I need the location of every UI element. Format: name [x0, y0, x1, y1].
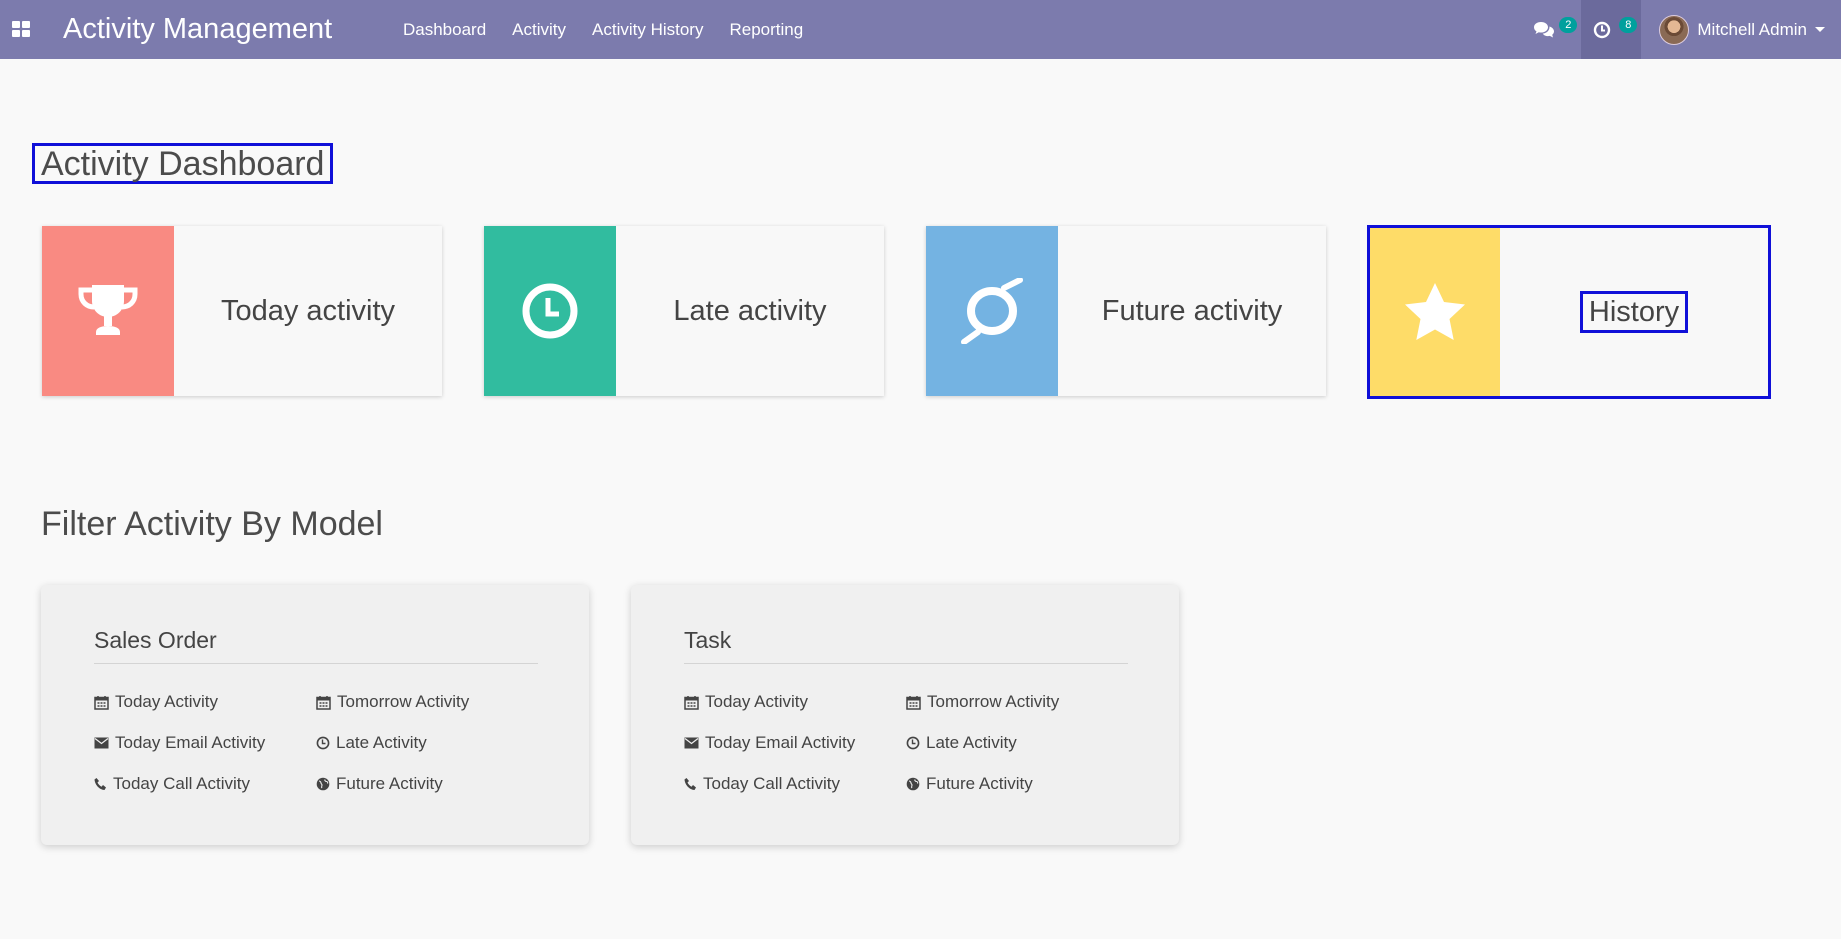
link-tomorrow-activity[interactable]: Tomorrow Activity [316, 692, 469, 712]
tile-today-activity[interactable]: Today activity [42, 226, 442, 396]
menu-reporting[interactable]: Reporting [716, 20, 816, 40]
link-label: Today Activity [115, 692, 218, 711]
link-label: Today Email Activity [705, 733, 856, 752]
avatar [1659, 14, 1690, 45]
link-today-email-activity[interactable]: Today Email Activity [94, 733, 265, 753]
tile-icon-box [926, 226, 1058, 396]
clock-icon [316, 736, 330, 750]
card-title: Task [684, 627, 1128, 664]
user-name: Mitchell Admin [1697, 19, 1807, 39]
link-label: Tomorrow Activity [337, 692, 470, 711]
link-label: Late Activity [926, 733, 1017, 752]
clock-icon [1594, 21, 1611, 38]
activities-badge: 8 [1619, 17, 1638, 33]
tile-future-activity[interactable]: Future activity [926, 226, 1326, 396]
main-menu: Dashboard Activity Activity History Repo… [390, 0, 816, 59]
tile-history[interactable]: History [1367, 225, 1771, 399]
tile-label: Late activity [673, 294, 827, 327]
tile-late-activity[interactable]: Late activity [484, 226, 884, 396]
calendar-icon [906, 695, 921, 710]
link-label: Tomorrow Activity [927, 692, 1060, 711]
filter-section-title: Filter Activity By Model [41, 505, 383, 543]
link-label: Late Activity [336, 733, 427, 752]
globe-icon [906, 777, 920, 791]
comments-icon [1534, 21, 1555, 37]
link-today-call-activity[interactable]: Today Call Activity [684, 774, 840, 794]
link-label: Today Call Activity [113, 774, 250, 793]
tile-label: Future activity [1101, 294, 1283, 327]
tile-icon-box [42, 226, 174, 396]
future-icon [961, 278, 1023, 344]
envelope-icon [94, 737, 109, 749]
trophy-icon [78, 285, 138, 335]
link-label: Future Activity [926, 774, 1033, 793]
envelope-icon [684, 737, 699, 749]
star-icon [1405, 283, 1465, 340]
tile-icon-box [1370, 228, 1500, 396]
link-late-activity[interactable]: Late Activity [906, 733, 1017, 753]
globe-icon [316, 777, 330, 791]
phone-icon [94, 778, 106, 790]
calendar-icon [684, 695, 699, 710]
link-label: Today Call Activity [703, 774, 840, 793]
calendar-icon [316, 695, 331, 710]
activities-tray[interactable]: 8 [1581, 0, 1642, 59]
tile-label: Today activity [220, 294, 396, 327]
app-brand[interactable]: Activity Management [63, 13, 332, 46]
page-title: Activity Dashboard [32, 143, 334, 184]
menu-activity[interactable]: Activity [499, 20, 579, 40]
menu-dashboard[interactable]: Dashboard [390, 20, 499, 40]
link-late-activity[interactable]: Late Activity [316, 733, 427, 753]
clock-icon [522, 283, 578, 339]
link-future-activity[interactable]: Future Activity [316, 774, 443, 794]
card-title: Sales Order [94, 627, 538, 664]
link-today-activity[interactable]: Today Activity [94, 692, 218, 712]
link-label: Today Activity [705, 692, 808, 711]
link-tomorrow-activity[interactable]: Tomorrow Activity [906, 692, 1059, 712]
link-future-activity[interactable]: Future Activity [906, 774, 1033, 794]
tile-label: History [1500, 228, 1768, 396]
caret-down-icon [1815, 27, 1825, 32]
link-today-call-activity[interactable]: Today Call Activity [94, 774, 250, 794]
menu-activity-history[interactable]: Activity History [579, 20, 716, 40]
model-card-sales-order: Sales Order Today Activity Tomorrow Acti… [41, 585, 589, 845]
history-label: History [1579, 291, 1689, 333]
apps-menu-icon[interactable] [12, 21, 30, 37]
systray: 2 8 Mitchell Admin [1521, 0, 1841, 59]
link-today-email-activity[interactable]: Today Email Activity [684, 733, 855, 753]
link-label: Future Activity [336, 774, 443, 793]
clock-icon [906, 736, 920, 750]
tile-icon-box [484, 226, 616, 396]
messages-tray[interactable]: 2 [1521, 0, 1581, 59]
phone-icon [684, 778, 696, 790]
model-card-task: Task Today Activity Tomorrow Activity To… [631, 585, 1179, 845]
calendar-icon [94, 695, 109, 710]
link-label: Today Email Activity [115, 733, 266, 752]
top-navbar: Activity Management Dashboard Activity A… [0, 0, 1841, 59]
user-menu[interactable]: Mitchell Admin [1641, 0, 1841, 59]
messages-badge: 2 [1559, 17, 1578, 33]
link-today-activity[interactable]: Today Activity [684, 692, 808, 712]
